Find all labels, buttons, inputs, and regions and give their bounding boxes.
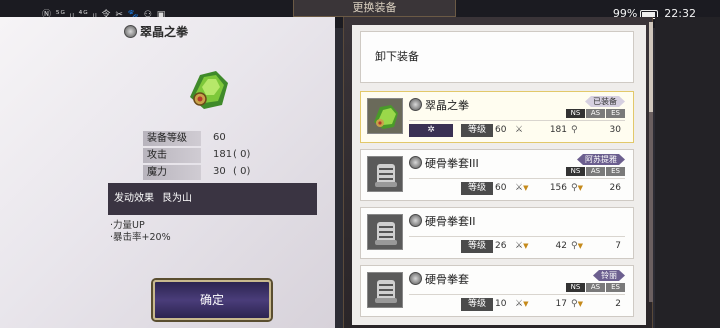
level-label: 等级 [461,124,493,137]
socket-slots: NS AS ES [565,167,625,176]
item-stats: 等级 26 ⚔▼ 42 ⚲▼ 7 [409,240,629,254]
coin-icon [409,272,422,285]
item-stats: ✲ 等级 60 ⚔ 181 ⚲ 30 [409,124,629,138]
unequip-button[interactable]: 卸下装备 [360,31,634,83]
down-arrow-icon: ▼ [523,300,529,308]
magic-value: 26 [609,183,621,193]
equipped-tag: 已装备 [585,96,625,107]
sword-icon: ⚔▼ [515,183,529,193]
wand-icon: ⚲▼ [571,299,583,309]
window-title: 更换装备 [293,0,456,17]
level-label: 等级 [461,182,493,195]
down-arrow-icon: ▼ [577,242,583,250]
detail-name: 翠晶之拳 [140,25,189,39]
attack-value: 181 [549,125,567,135]
coin-icon [124,25,137,38]
wand-icon: ⚲ [571,125,578,135]
level-label: 等级 [461,298,493,311]
coin-icon [409,156,422,169]
equipment-item[interactable]: 硬骨拳套 铃丽 NS AS ES 等级 10 ⚔▼ 17 ⚲▼ 2 [360,265,634,317]
magic-value: 30 [609,125,621,135]
stat-label: 魔力 [143,165,201,180]
stat-value: 181 [213,149,233,160]
wand-icon: ⚲▼ [571,241,583,251]
level-value: 60 [495,183,507,193]
magic-value: 7 [615,241,621,251]
bone-gauntlet-icon [367,156,403,192]
effect-bullets: ·力量UP ·暴击率+20% [110,220,171,244]
item-stats: 等级 60 ⚔▼ 156 ⚲▼ 26 [409,182,629,196]
equipment-item[interactable]: 硬骨拳套II 等级 26 ⚔▼ 42 ⚲▼ 7 [360,207,634,259]
item-name: 翠晶之拳 [409,97,469,113]
detail-title: 翠晶之拳 [124,23,188,40]
effect-value: 艮为山 [162,193,192,204]
list-scrollbar[interactable] [649,22,653,302]
item-name: 硬骨拳套II [409,213,476,229]
scrollbar-thumb[interactable] [649,22,653,112]
socket-slots: NS AS ES [565,283,625,292]
socket-slots: NS AS ES [565,109,625,118]
divider [409,120,625,121]
stat-bonus: ( 0) [233,166,251,177]
gear-mark: ✲ [409,124,453,137]
right-background [655,17,720,328]
owner-tag: 铃丽 [593,270,625,281]
item-stats: 等级 10 ⚔▼ 17 ⚲▼ 2 [409,298,629,312]
activation-effect: 发动效果 艮为山 [108,183,317,215]
equipment-item[interactable]: 硬骨拳套III 阿苏提雅 NS AS ES 等级 60 ⚔▼ 156 ⚲▼ 26 [360,149,634,201]
item-name: 硬骨拳套III [409,155,479,171]
equipment-list-panel: 卸下装备 翠晶之拳 已装备 NS AS ES ✲ 等级 60 ⚔ 181 ⚲ 30 … [343,17,653,328]
divider [409,236,625,237]
level-value: 26 [495,241,507,251]
stat-value: 60 [213,132,226,143]
divider [409,294,625,295]
coin-icon [409,98,422,111]
attack-value: 42 [555,241,567,251]
emerald-fist-thumb-icon [367,98,403,134]
wand-icon: ⚲▼ [571,183,583,193]
equipment-detail-panel: 翠晶之拳 装备等级 60 攻击 181 ( 0) 魔力 30 ( 0) 发动效果… [0,17,335,328]
level-label: 等级 [461,240,493,253]
attack-value: 156 [549,183,567,193]
down-arrow-icon: ▼ [577,184,583,192]
down-arrow-icon: ▼ [577,300,583,308]
effect-label: 发动效果 [114,193,154,204]
owner-tag: 阿苏提雅 [577,154,625,165]
item-name: 硬骨拳套 [409,271,469,287]
confirm-button[interactable]: 确定 [153,280,271,320]
stat-value: 30 [213,166,226,177]
bone-gauntlet-icon [367,272,403,308]
attack-value: 17 [555,299,567,309]
stat-label: 装备等级 [143,131,201,146]
level-value: 60 [495,125,507,135]
magic-value: 2 [615,299,621,309]
sword-icon: ⚔▼ [515,241,529,251]
down-arrow-icon: ▼ [523,184,529,192]
emerald-fist-icon [190,71,228,109]
coin-icon [409,214,422,227]
stat-bonus: ( 0) [233,149,251,160]
stat-row-attack: 攻击 181 ( 0) [143,148,273,164]
equipment-item[interactable]: 翠晶之拳 已装备 NS AS ES ✲ 等级 60 ⚔ 181 ⚲ 30 [360,91,634,143]
sword-icon: ⚔ [515,125,524,135]
bullet-item: ·力量UP [110,220,145,231]
stat-row-level: 装备等级 60 [143,131,273,147]
divider [409,178,625,179]
bone-gauntlet-icon [367,214,403,250]
stat-row-magic: 魔力 30 ( 0) [143,165,273,181]
stat-label: 攻击 [143,148,201,163]
down-arrow-icon: ▼ [523,242,529,250]
sword-icon: ⚔▼ [515,299,529,309]
bullet-item: ·暴击率+20% [110,232,171,243]
level-value: 10 [495,299,507,309]
